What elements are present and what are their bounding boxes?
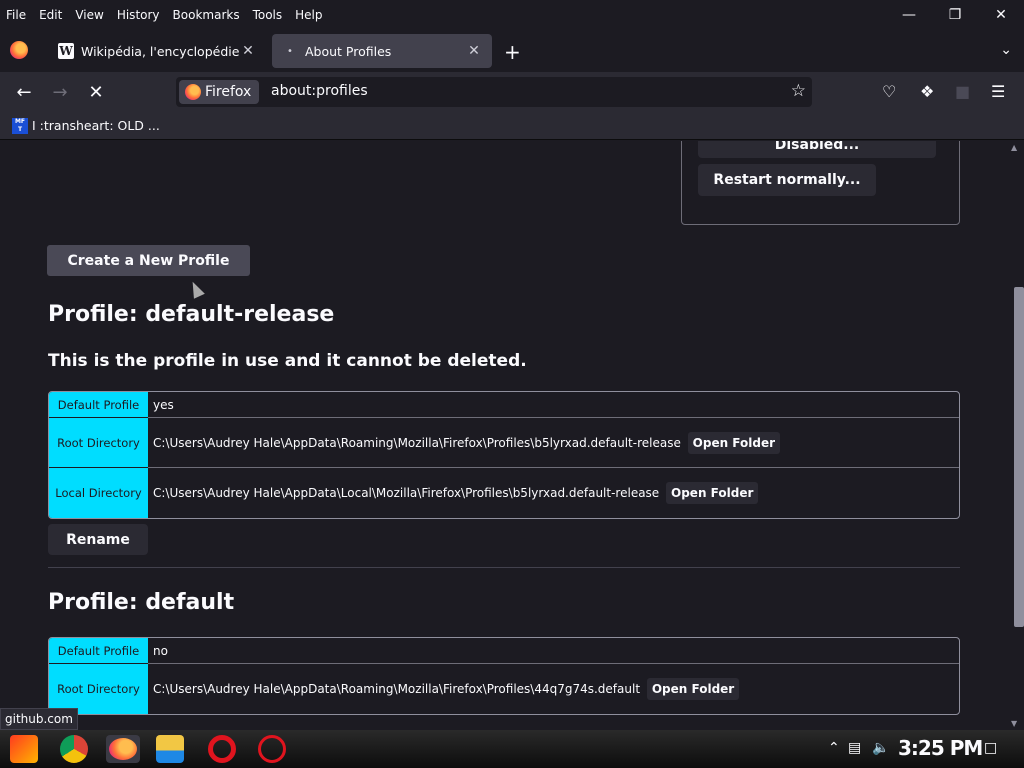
row-key: Default Profile: [49, 392, 148, 418]
table-row: Local Directory C:\Users\Audrey Hale\App…: [49, 468, 959, 518]
link-status-tooltip: github.com: [0, 708, 78, 730]
menu-bookmarks[interactable]: Bookmarks: [171, 8, 242, 22]
row-key: Root Directory: [49, 664, 148, 714]
scroll-down-icon[interactable]: ▼: [1011, 719, 1017, 728]
restart-box: Disabled... Restart normally...: [681, 141, 960, 225]
menu-view[interactable]: View: [73, 8, 105, 22]
close-tab-icon[interactable]: ✕: [240, 43, 256, 59]
menu-edit[interactable]: Edit: [37, 8, 64, 22]
open-folder-button[interactable]: Open Folder: [666, 482, 759, 504]
tab-strip: W Wikipédia, l'encyclopédie libre ✕ • Ab…: [0, 30, 1024, 70]
table-row: Root Directory C:\Users\Audrey Hale\AppD…: [49, 418, 959, 468]
minimize-icon[interactable]: —: [886, 0, 932, 30]
divider: [48, 567, 960, 568]
tab-about-profiles[interactable]: • About Profiles ✕: [272, 34, 492, 68]
row-key: Root Directory: [49, 418, 148, 468]
extensions-puzzle-icon[interactable]: ❖: [920, 82, 934, 101]
list-all-tabs-chevron-icon[interactable]: ⌄: [1000, 42, 1012, 58]
scrollbar-thumb[interactable]: [1014, 287, 1024, 627]
windows-taskbar: ⌃ ▤ 🔈 3:25 PM □: [0, 730, 1024, 768]
root-directory-path: C:\Users\Audrey Hale\AppData\Roaming\Moz…: [153, 435, 681, 450]
default-profile-value: yes: [153, 397, 174, 412]
stop-loading-icon[interactable]: ✕: [84, 80, 108, 104]
profile-in-use-note: This is the profile in use and it cannot…: [48, 351, 527, 371]
tab-wikipedia[interactable]: W Wikipédia, l'encyclopédie libre ✕: [48, 34, 266, 68]
row-value: no: [148, 638, 959, 664]
open-folder-button[interactable]: Open Folder: [687, 431, 781, 454]
restart-normally-button[interactable]: Restart normally...: [698, 164, 876, 196]
opera-icon[interactable]: [208, 735, 236, 763]
identity-label: Firefox: [205, 84, 252, 100]
firefox-logo-icon: [185, 84, 201, 100]
identity-box[interactable]: Firefox: [179, 80, 260, 104]
restore-icon[interactable]: ❐: [932, 0, 978, 30]
bookmarks-toolbar: MF T I :transheart: OLD ...: [0, 112, 1024, 140]
new-tab-plus-icon[interactable]: +: [504, 40, 521, 64]
volume-icon[interactable]: 🔈: [872, 740, 889, 756]
menu-file[interactable]: File: [4, 8, 28, 22]
chrome-icon[interactable]: [60, 735, 88, 763]
row-value: C:\Users\Audrey Hale\AppData\Roaming\Moz…: [148, 664, 959, 714]
file-explorer-icon[interactable]: [156, 735, 184, 763]
bookmark-star-icon[interactable]: ☆: [791, 81, 806, 101]
firefox-view-icon[interactable]: [10, 41, 28, 59]
firefox-icon[interactable]: [106, 735, 140, 763]
row-key: Default Profile: [49, 638, 148, 664]
profile-table: Default Profile yes Root Directory C:\Us…: [48, 391, 960, 519]
tray-expand-chevron-icon[interactable]: ⌃: [828, 740, 840, 756]
row-key: Local Directory: [49, 468, 148, 518]
page-content: Disabled... Restart normally... Create a…: [0, 141, 1008, 730]
close-window-icon[interactable]: ✕: [978, 0, 1024, 30]
root-directory-path: C:\Users\Audrey Hale\AppData\Roaming\Moz…: [153, 682, 641, 696]
navigation-toolbar: ← → ✕ Firefox about:profiles ☆ ♡ ❖ ■ ☰: [0, 72, 1024, 112]
default-profile-value: no: [153, 643, 168, 658]
forward-arrow-icon[interactable]: →: [48, 80, 72, 104]
row-value: C:\Users\Audrey Hale\AppData\Local\Mozil…: [148, 468, 959, 518]
wikipedia-w-icon: W: [58, 43, 74, 59]
mouse-cursor-icon: [187, 279, 205, 299]
profile-heading: Profile: default-release: [48, 302, 335, 327]
scroll-up-icon[interactable]: ▲: [1011, 143, 1017, 152]
bookmark-item[interactable]: I :transheart: OLD ...: [32, 118, 160, 133]
back-arrow-icon[interactable]: ←: [12, 80, 36, 104]
tab-title: About Profiles: [305, 43, 392, 59]
bookmark-favicon-icon: MF T: [12, 117, 28, 134]
menu-history[interactable]: History: [115, 8, 162, 22]
menu-help[interactable]: Help: [293, 8, 324, 22]
create-new-profile-button[interactable]: Create a New Profile: [47, 245, 250, 276]
notification-icon[interactable]: □: [984, 740, 997, 756]
hamburger-menu-icon[interactable]: ☰: [991, 82, 1005, 101]
start-icon[interactable]: [10, 735, 38, 763]
local-directory-path: C:\Users\Audrey Hale\AppData\Local\Mozil…: [153, 486, 660, 500]
rename-button[interactable]: Rename: [48, 524, 148, 555]
table-row: Root Directory C:\Users\Audrey Hale\AppD…: [49, 664, 959, 714]
window-controls: — ❐ ✕: [886, 0, 1024, 30]
page-scrollbar[interactable]: ▲ ▼: [1008, 141, 1024, 730]
url-text[interactable]: about:profiles: [271, 83, 368, 99]
tab-title: Wikipédia, l'encyclopédie libre: [81, 43, 240, 59]
table-row: Default Profile no: [49, 638, 959, 664]
pocket-icon[interactable]: ♡: [882, 82, 896, 101]
url-bar[interactable]: Firefox about:profiles ☆: [176, 77, 812, 107]
restart-disabled-button[interactable]: Disabled...: [698, 141, 936, 158]
row-value: yes: [148, 392, 959, 418]
table-row: Default Profile yes: [49, 392, 959, 418]
menu-tools[interactable]: Tools: [251, 8, 285, 22]
loading-dot-icon: •: [287, 45, 293, 57]
profile-table: Default Profile no Root Directory C:\Use…: [48, 637, 960, 715]
profile-heading: Profile: default: [48, 590, 235, 615]
row-value: C:\Users\Audrey Hale\AppData\Roaming\Moz…: [148, 418, 959, 468]
taskbar-clock[interactable]: 3:25 PM: [898, 736, 983, 760]
network-icon[interactable]: ▤: [848, 740, 861, 756]
menu-bar: File Edit View History Bookmarks Tools H…: [0, 0, 1024, 30]
close-tab-icon[interactable]: ✕: [466, 43, 482, 59]
open-folder-button[interactable]: Open Folder: [646, 678, 740, 700]
opera-gx-icon[interactable]: [258, 735, 286, 763]
extension-icon[interactable]: ■: [955, 82, 970, 101]
